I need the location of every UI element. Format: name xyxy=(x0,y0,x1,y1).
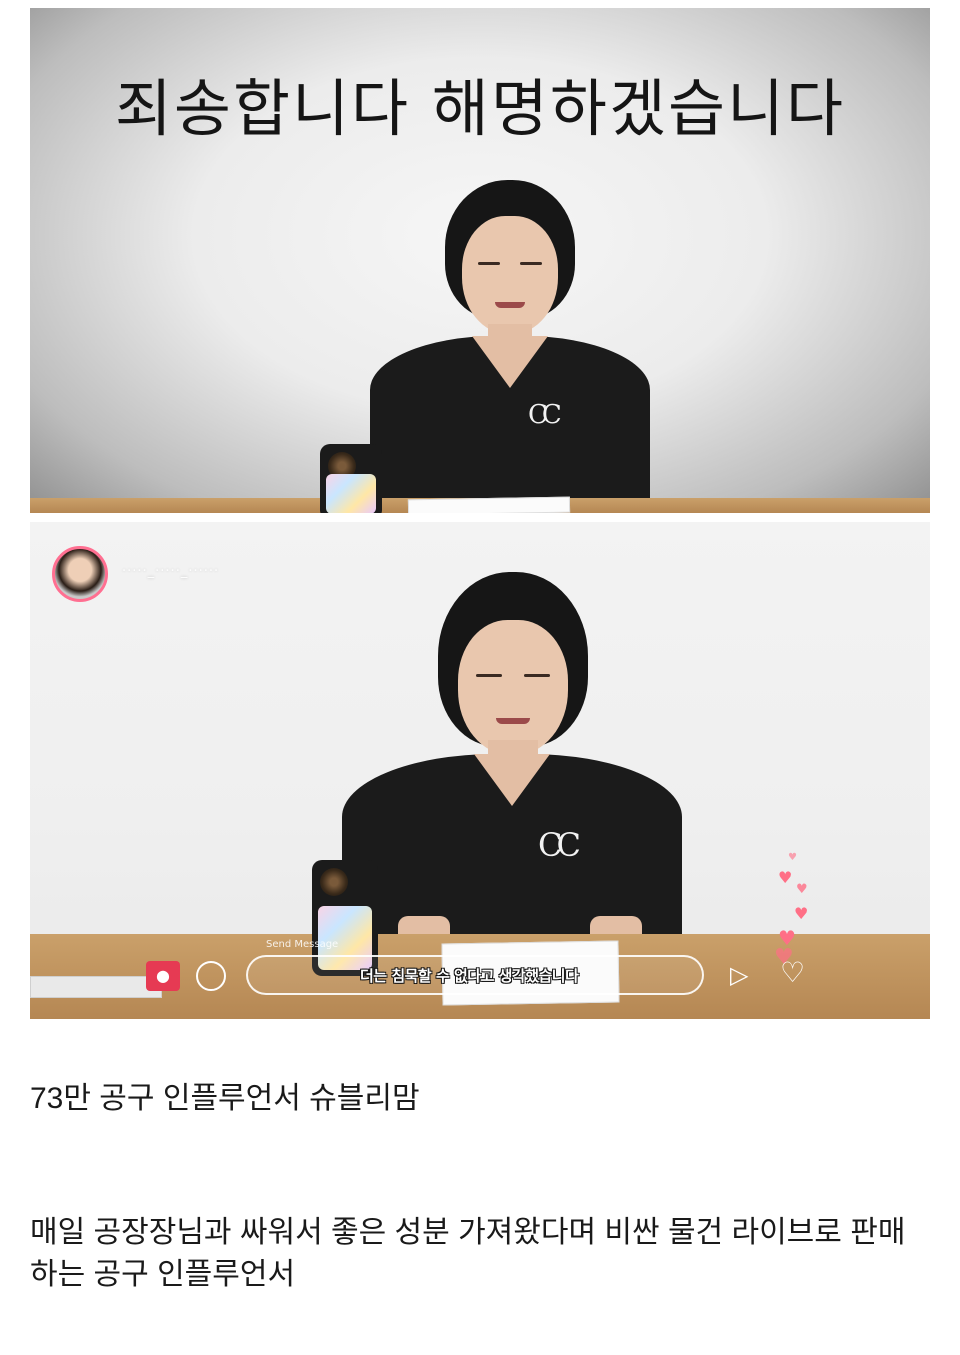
streamer-avatar[interactable] xyxy=(52,546,108,602)
shop-icon[interactable]: ● xyxy=(146,961,180,991)
live-controls-bar: ● Send Message 더는 침묵할 수 없다고 생각했습니다 ▷ ♡ xyxy=(30,939,930,1001)
video-subtitle: 더는 침묵할 수 없다고 생각했습니다 xyxy=(360,967,579,985)
heart-icon[interactable]: ♡ xyxy=(780,959,805,987)
video-headline: 죄송합니다 해명하겠습니다 xyxy=(114,72,846,145)
livestream-image: ·····_·····_······ CC ♥ ♥ ♥ ♥ ♥ ♥ ● Send… xyxy=(30,522,930,1019)
article-paragraph: 매일 공장장님과 싸워서 좋은 성분 가져왔다며 비싼 물건 라이브로 판매하는… xyxy=(30,1216,906,1291)
chat-icon[interactable] xyxy=(196,961,226,991)
message-placeholder: Send Message xyxy=(266,939,339,950)
send-icon[interactable]: ▷ xyxy=(730,963,748,987)
article-line-title: 73만 공구 인플루언서 슈블리맘 xyxy=(30,1082,420,1115)
phone-on-desk xyxy=(320,444,382,513)
streamer-account-name[interactable]: ·····_·····_······ xyxy=(122,564,219,579)
apology-video-image: 죄송합니다 해명하겠습니다 CC xyxy=(30,8,930,513)
